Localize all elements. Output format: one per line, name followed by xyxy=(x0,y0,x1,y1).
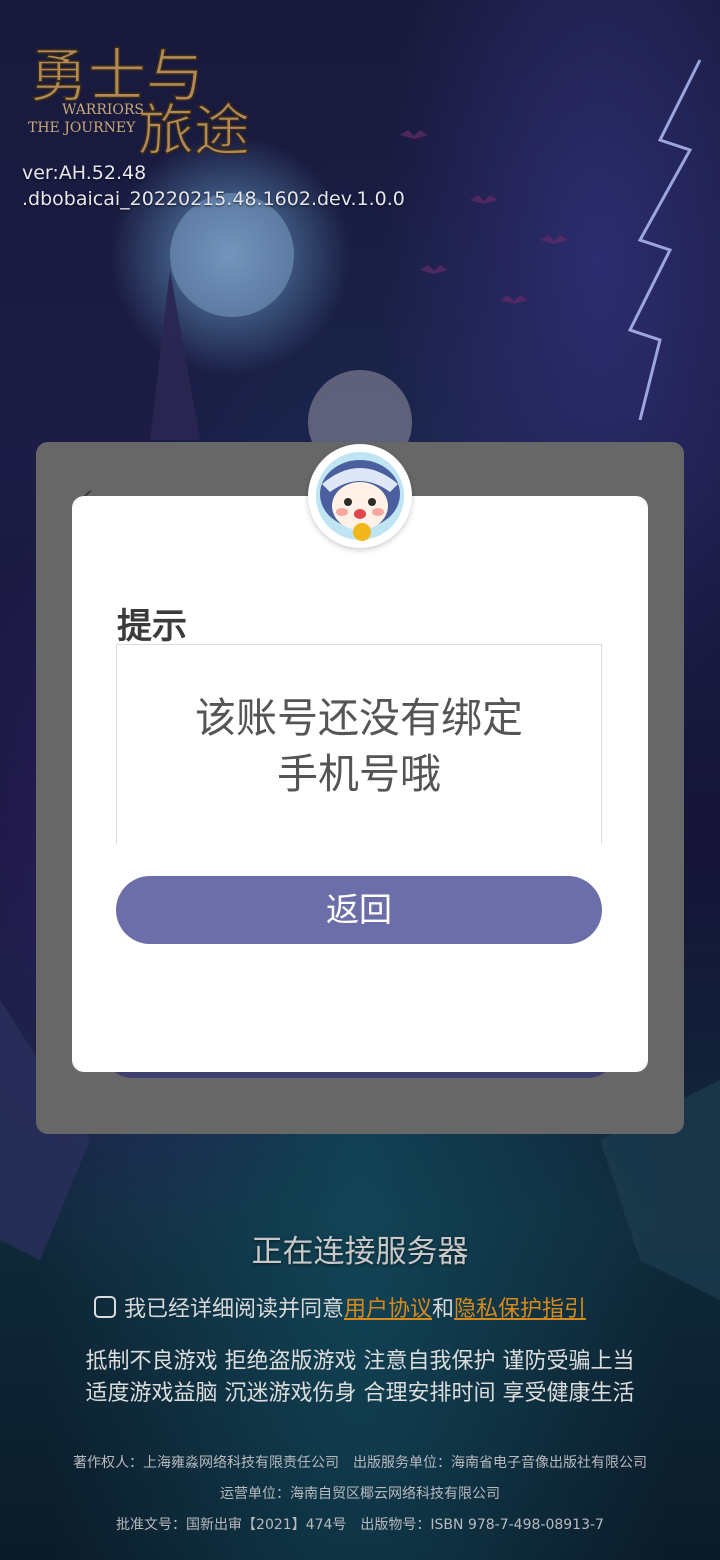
svg-text:THE JOURNEY: THE JOURNEY xyxy=(28,120,136,136)
agreement-prefix: 我已经详细阅读并同意 xyxy=(124,1297,345,1322)
mascot-avatar-icon xyxy=(308,444,412,548)
copyright-line-2: 运营单位：海南自贸区椰云网络科技有限公司 xyxy=(220,1486,500,1502)
game-login-screen: 勇士与 旅途 WARRIORS THE JOURNEY ver:AH.52.48… xyxy=(0,0,720,1560)
agreement-and: 和 xyxy=(432,1297,455,1322)
dialog-message-line-1: 该账号还没有绑定 xyxy=(195,694,523,742)
agreement-row: 我已经详细阅读并同意 用户协议 和 隐私保护指引 xyxy=(94,1292,586,1322)
agreement-checkbox[interactable] xyxy=(94,1296,116,1318)
copyright-line-3: 批准文号：国新出审【2021】474号 出版物号：ISBN 978-7-498-… xyxy=(116,1517,604,1533)
version-line-1: ver:AH.52.48 xyxy=(22,162,147,184)
copyright-line-1: 著作权人：上海雍淼网络科技有限责任公司 出版服务单位：海南省电子音像出版社有限公… xyxy=(73,1455,647,1471)
health-gaming-notice: 抵制不良游戏 拒绝盗版游戏 注意自我保护 谨防受骗上当 适度游戏益脑 沉迷游戏伤… xyxy=(0,1346,720,1410)
dialog-message: 该账号还没有绑定 手机号哦 xyxy=(116,690,602,802)
dialog-message-line-2: 手机号哦 xyxy=(277,750,441,798)
return-button[interactable]: 返回 xyxy=(116,876,602,944)
version-line-2: .dbobaicai_20220215.48.1602.dev.1.0.0 xyxy=(22,188,405,210)
game-logo: 勇士与 旅途 WARRIORS THE JOURNEY xyxy=(28,41,251,165)
svg-text:WARRIORS: WARRIORS xyxy=(62,102,144,118)
user-agreement-link[interactable]: 用户协议 xyxy=(344,1291,432,1323)
privacy-policy-link[interactable]: 隐私保护指引 xyxy=(454,1291,586,1323)
health-notice-line-2: 适度游戏益脑 沉迷游戏伤身 合理安排时间 享受健康生活 xyxy=(85,1381,635,1406)
version-info: ver:AH.52.48 .dbobaicai_20220215.48.1602… xyxy=(22,160,405,212)
connecting-status: 正在连接服务器 xyxy=(251,1234,469,1270)
svg-text:旅途: 旅途 xyxy=(138,99,250,164)
dialog-title: 提示 xyxy=(117,607,188,647)
copyright-info: 著作权人：上海雍淼网络科技有限责任公司 出版服务单位：海南省电子音像出版社有限公… xyxy=(0,1448,720,1541)
health-notice-line-1: 抵制不良游戏 拒绝盗版游戏 注意自我保护 谨防受骗上当 xyxy=(85,1349,635,1374)
